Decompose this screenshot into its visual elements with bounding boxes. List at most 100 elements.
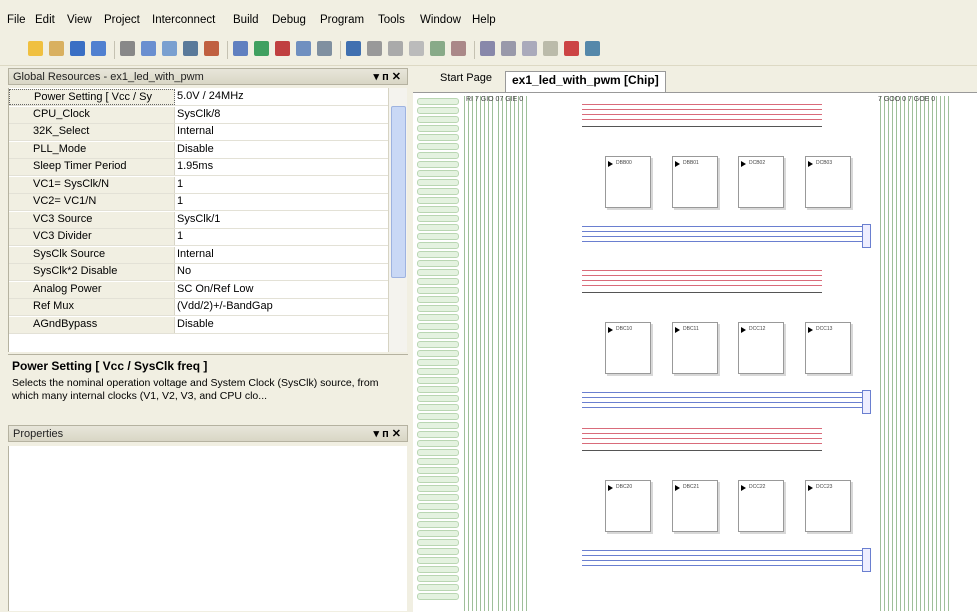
toolbar-button-icon[interactable] [585,41,600,56]
toolbar-button-icon[interactable] [275,41,290,56]
property-row[interactable]: Power Setting [ Vcc / Sy 5.0V / 24MHz [9,89,399,106]
property-value[interactable]: SysClk/8 [177,107,220,122]
toolbar-button-icon[interactable] [233,41,248,56]
toolbar-button-icon[interactable] [501,41,516,56]
output-connector[interactable] [862,390,871,414]
property-row[interactable]: AGndBypass Disable [9,316,399,334]
toolbar-button-icon[interactable] [120,41,135,56]
grid-scrollbar[interactable] [388,88,407,352]
port-pin[interactable] [417,251,459,258]
port-pin[interactable] [417,368,459,375]
port-pin[interactable] [417,539,459,546]
toolbar-button-icon[interactable] [204,41,219,56]
menu-help[interactable]: Help [472,14,496,26]
toolbar-button-icon[interactable] [564,41,579,56]
port-pin[interactable] [417,521,459,528]
property-row[interactable]: VC2= VC1/N 1 [9,194,399,211]
menu-view[interactable]: View [67,14,92,26]
digital-block[interactable]: DBB00 [605,156,651,208]
port-pin[interactable] [417,350,459,357]
property-value[interactable]: Internal [177,124,214,139]
property-value[interactable]: Disable [177,142,214,157]
port-pin[interactable] [417,116,459,123]
menu-edit[interactable]: Edit [35,14,55,26]
output-connector[interactable] [862,548,871,572]
port-pin[interactable] [417,332,459,339]
port-pin[interactable] [417,242,459,249]
port-pin[interactable] [417,458,459,465]
digital-block[interactable]: DCB02 [738,156,784,208]
digital-block[interactable]: DBC11 [672,322,718,374]
property-value[interactable]: Disable [177,317,214,332]
port-pin[interactable] [417,494,459,501]
port-pin[interactable] [417,557,459,564]
toolbar-button-icon[interactable] [296,41,311,56]
port-pin[interactable] [417,206,459,213]
digital-block[interactable]: DCC12 [738,322,784,374]
port-pin[interactable] [417,314,459,321]
port-pin[interactable] [417,467,459,474]
port-pin[interactable] [417,188,459,195]
property-row[interactable]: VC1= SysClk/N 1 [9,176,399,194]
property-value[interactable]: 1 [177,194,183,209]
port-pin[interactable] [417,134,459,141]
menu-debug[interactable]: Debug [272,14,306,26]
port-pin[interactable] [417,512,459,519]
toolbar-button-icon[interactable] [70,41,85,56]
port-pin[interactable] [417,431,459,438]
toolbar-button-icon[interactable] [141,41,156,56]
toolbar-button-icon[interactable] [162,41,177,56]
property-value[interactable]: SC On/Ref Low [177,282,253,297]
port-pin[interactable] [417,323,459,330]
toolbar-button-icon[interactable] [430,41,445,56]
property-row[interactable]: Ref Mux (Vdd/2)+/-BandGap [9,299,399,316]
digital-block[interactable]: DBC10 [605,322,651,374]
port-pin[interactable] [417,404,459,411]
property-row[interactable]: Sleep Timer Period 1.95ms [9,159,399,176]
toolbar-button-icon[interactable] [49,41,64,56]
port-pin[interactable] [417,593,459,600]
port-pin[interactable] [417,143,459,150]
digital-block[interactable]: DCB03 [805,156,851,208]
port-pin[interactable] [417,233,459,240]
toolbar-button-icon[interactable] [183,41,198,56]
property-row[interactable]: CPU_Clock SysClk/8 [9,106,399,124]
port-pin[interactable] [417,197,459,204]
tab-chip-view[interactable]: ex1_led_with_pwm [Chip] [505,71,666,92]
port-pin[interactable] [417,224,459,231]
tab-start-page[interactable]: Start Page [440,72,492,90]
port-pin[interactable] [417,152,459,159]
menu-project[interactable]: Project [104,14,140,26]
toolbar-button-icon[interactable] [451,41,466,56]
property-value[interactable]: 1 [177,177,183,192]
toolbar-button-icon[interactable] [522,41,537,56]
port-pin[interactable] [417,413,459,420]
panel-controls[interactable]: ▾ ᴨ ✕ [374,70,402,83]
property-value[interactable]: (Vdd/2)+/-BandGap [177,299,273,314]
port-pin[interactable] [417,485,459,492]
port-pin[interactable] [417,566,459,573]
port-pin[interactable] [417,440,459,447]
scrollbar-thumb[interactable] [391,106,406,278]
property-row[interactable]: SysClk*2 Disable No [9,264,399,281]
port-pin[interactable] [417,449,459,456]
port-pin[interactable] [417,269,459,276]
port-pin[interactable] [417,377,459,384]
port-pin[interactable] [417,503,459,510]
port-pin[interactable] [417,476,459,483]
property-row[interactable]: VC3 Source SysClk/1 [9,211,399,229]
digital-block[interactable]: DCC22 [738,480,784,532]
toolbar-button-icon[interactable] [409,41,424,56]
port-pin[interactable] [417,296,459,303]
digital-block[interactable]: DBC20 [605,480,651,532]
toolbar-button-icon[interactable] [317,41,332,56]
property-row[interactable]: Analog Power SC On/Ref Low [9,281,399,299]
menu-program[interactable]: Program [320,14,364,26]
port-pin[interactable] [417,161,459,168]
digital-block[interactable]: DCC13 [805,322,851,374]
property-row[interactable]: PLL_Mode Disable [9,141,399,159]
port-pin[interactable] [417,395,459,402]
property-value[interactable]: No [177,264,191,279]
digital-block[interactable]: DCC23 [805,480,851,532]
port-pin[interactable] [417,260,459,267]
